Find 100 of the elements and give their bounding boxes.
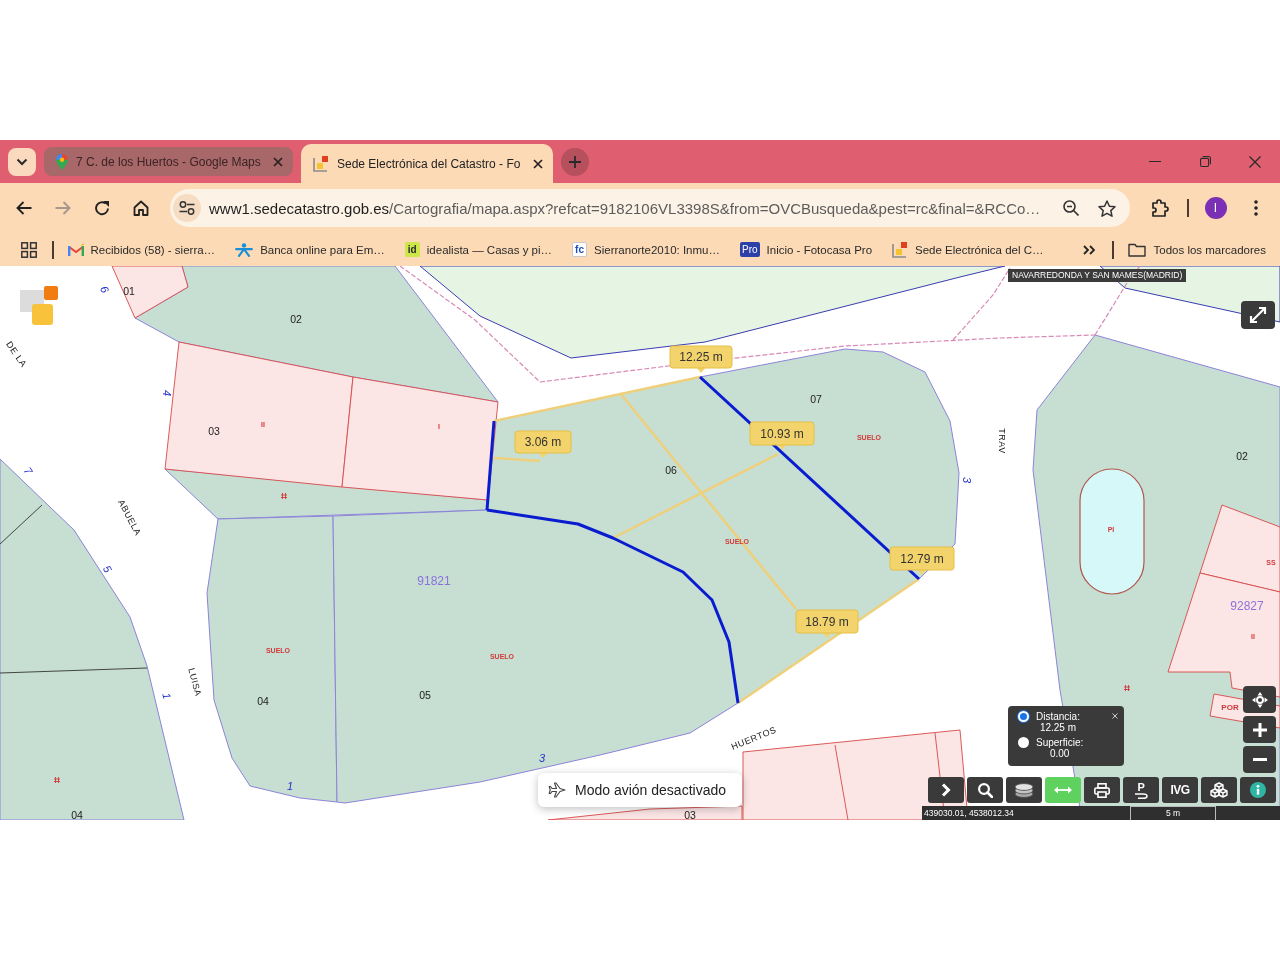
- expand-icon: [1249, 306, 1267, 324]
- locate-button[interactable]: [1243, 686, 1276, 713]
- measurement-label: 18.79 m: [795, 609, 859, 638]
- site-badge: id: [404, 242, 420, 257]
- map-logo-icon: [20, 286, 58, 325]
- house-number: 5: [100, 563, 115, 575]
- house-number: 3: [538, 752, 546, 764]
- block-number: 92827: [1230, 599, 1264, 613]
- parcel-number: 04: [257, 695, 269, 707]
- house-number: 1: [160, 691, 174, 701]
- url-text: www1.sedecatastro.gob.es/Cartografia/mapa.aspx?refcat=9182106VL3398S&from=OVCBusqueda&pest=rc&final=&RCCo…: [209, 199, 1042, 217]
- parcel-number: 04: [71, 809, 83, 820]
- measurement-label: 3.06 m: [514, 430, 572, 458]
- map-pin-icon: [56, 153, 68, 170]
- reload-icon: [94, 200, 110, 216]
- scale-bar: 5 m: [1130, 806, 1216, 820]
- house-number: 1: [286, 780, 294, 792]
- parcel-number: 05: [419, 689, 431, 701]
- double-chevron-icon: [1083, 244, 1095, 255]
- hash-mark-icon: [1123, 684, 1131, 692]
- grid-icon: [21, 241, 37, 258]
- bookmark-link[interactable]: Pro Inicio - Fotocasa Pro: [740, 242, 873, 257]
- layers-icon: [1014, 782, 1034, 798]
- collapse-button[interactable]: [928, 777, 964, 803]
- restore-icon: [1199, 156, 1211, 167]
- fullscreen-button[interactable]: [1241, 301, 1275, 329]
- chevron-down-icon: [16, 157, 28, 166]
- folder-icon: [1127, 242, 1146, 257]
- region-label: NAVARREDONDA Y SAN MAMES(MADRID): [1008, 269, 1187, 282]
- plus-icon: [569, 155, 581, 168]
- bookmark-link[interactable]: Sede Electrónica del C…: [892, 241, 1044, 258]
- close-icon[interactable]: [533, 158, 543, 169]
- star-icon[interactable]: [1098, 199, 1116, 217]
- close-icon: [1249, 155, 1261, 168]
- parcel-number: 03: [208, 425, 220, 437]
- parcel-number: 07: [810, 393, 822, 405]
- hook-icon: [1134, 792, 1148, 799]
- profile-avatar[interactable]: I: [1204, 197, 1227, 219]
- bookmark-link[interactable]: fc Sierranorte2010: Inmu…: [572, 242, 720, 257]
- house-number: 7: [21, 464, 35, 477]
- house-number: 4: [161, 389, 173, 397]
- hash-mark-icon: [280, 492, 288, 500]
- tab-list-button[interactable]: [8, 147, 36, 176]
- home-icon: [133, 200, 149, 216]
- magnifier-icon[interactable]: [1063, 200, 1079, 216]
- bookmark-link[interactable]: id idealista — Casas y pi…: [404, 242, 553, 257]
- parcel-number: 01: [123, 285, 135, 297]
- plus-icon: [1252, 722, 1267, 737]
- measurement-label: 12.25 m: [669, 345, 733, 373]
- layers-button[interactable]: [1006, 777, 1042, 803]
- radio-button[interactable]: [1018, 711, 1029, 722]
- arrow-left-icon: [16, 201, 32, 215]
- sliders-icon[interactable]: [179, 201, 195, 215]
- browser-tab[interactable]: Sede Electrónica del Catastro - Fo: [301, 144, 553, 183]
- house-number: 6: [97, 284, 112, 295]
- airplane-icon: [548, 782, 566, 798]
- parcel-number: 02: [290, 313, 302, 325]
- zoom-in-button[interactable]: [1243, 716, 1276, 743]
- measurement-label: 10.93 m: [749, 421, 815, 450]
- street-name: LUISA: [186, 666, 204, 698]
- mail-icon: [67, 243, 84, 256]
- more-icon: [1253, 200, 1258, 216]
- cubes-button[interactable]: [1201, 777, 1237, 803]
- boundary-line: [0, 504, 43, 545]
- option-value: 12.25 m: [1039, 722, 1076, 733]
- option-label: Distancia:: [1036, 711, 1080, 722]
- all-bookmarks-link[interactable]: Todos los marcadores: [1127, 242, 1266, 257]
- locate-icon: [1251, 691, 1268, 708]
- info-icon: [1250, 782, 1266, 798]
- print-button[interactable]: [1084, 777, 1120, 803]
- site-badge: Pro: [740, 242, 760, 257]
- parcel-number: 03: [684, 809, 696, 820]
- street-name: TRAV: [997, 428, 1007, 454]
- puzzle-icon: [1151, 199, 1169, 217]
- block-number: 91821: [417, 574, 451, 588]
- radio-button[interactable]: [1018, 737, 1029, 748]
- address-bar[interactable]: www1.sedecatastro.gob.es/Cartografia/mapa.aspx?refcat=9182106VL3398S&from=OVCBusqueda&pest=rc&final=&RCCo…: [170, 189, 1130, 227]
- search-button[interactable]: [967, 777, 1003, 803]
- person-icon: [235, 242, 254, 257]
- zoom-out-button[interactable]: [1243, 746, 1276, 773]
- chevron-right-icon: [941, 783, 951, 797]
- option-value: 0.00: [1049, 748, 1070, 759]
- parcel-number: 06: [665, 464, 677, 476]
- ivg-button[interactable]: IVG: [1162, 777, 1198, 803]
- double-arrow-icon: [1054, 786, 1072, 794]
- parcel-number: 02: [1236, 450, 1248, 462]
- site-info-button[interactable]: [173, 194, 201, 222]
- parking-button[interactable]: P: [1123, 777, 1159, 803]
- bookmark-link[interactable]: Banca online para Em…: [235, 242, 385, 257]
- option-label: Superficie:: [1036, 737, 1084, 748]
- hash-mark-icon: [53, 776, 61, 784]
- measurement-label: 12.79 m: [889, 546, 955, 575]
- guide-line: [493, 456, 541, 463]
- new-tab-button[interactable]: [561, 147, 589, 176]
- site-badge: fc: [572, 242, 588, 257]
- bookmark-link[interactable]: Recibidos (58) - sierra…: [67, 243, 216, 256]
- minimize-icon: [1149, 160, 1161, 163]
- info-button[interactable]: [1240, 777, 1276, 803]
- toast-message: Modo avión desactivado: [575, 782, 726, 798]
- search-icon: [977, 782, 993, 798]
